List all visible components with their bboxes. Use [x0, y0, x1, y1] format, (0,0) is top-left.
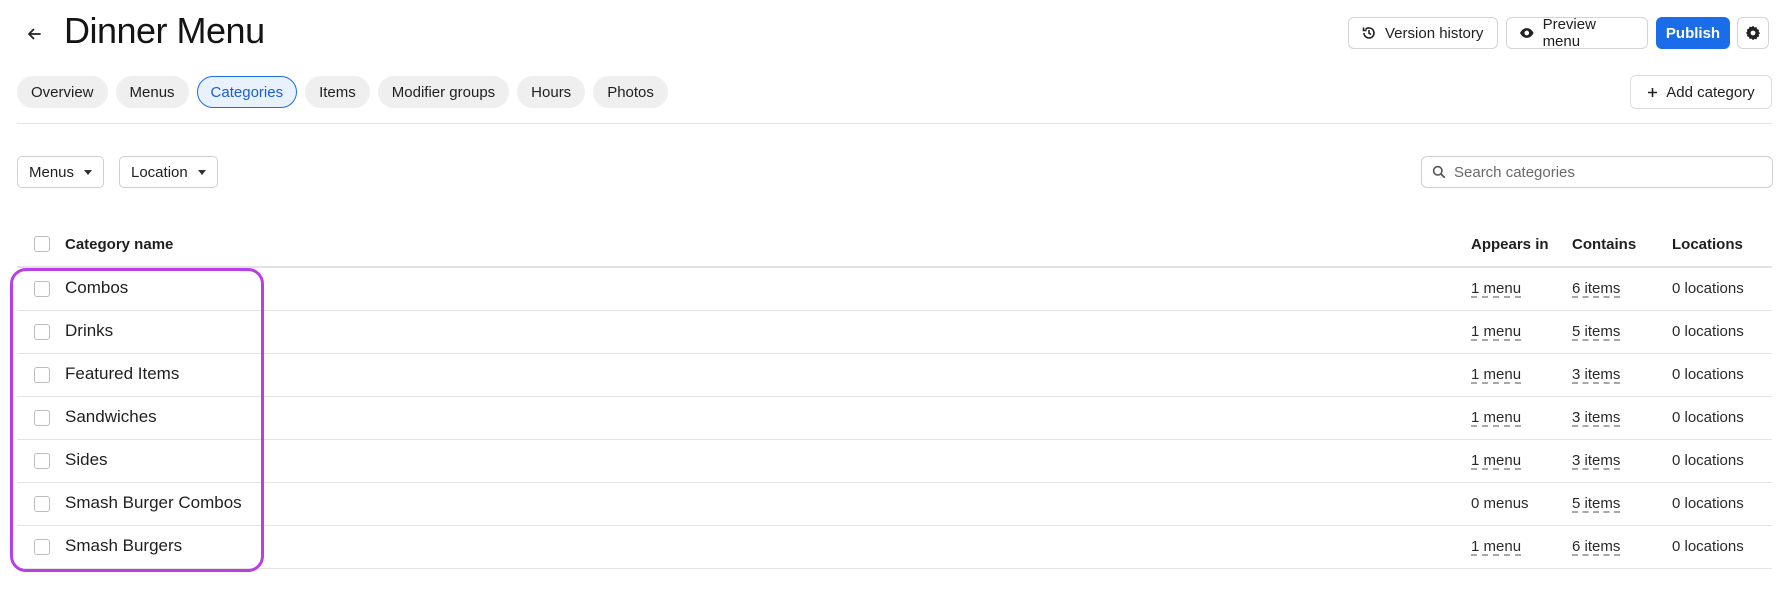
- categories-table: Category name Appears in Contains Locati…: [17, 222, 1772, 569]
- tab-menus[interactable]: Menus: [115, 76, 189, 108]
- history-icon: [1362, 27, 1375, 39]
- category-name[interactable]: Drinks: [65, 321, 113, 341]
- appears-in-link[interactable]: 1 menu: [1471, 280, 1521, 297]
- preview-menu-button[interactable]: Preview menu: [1506, 16, 1648, 50]
- appears-in-link[interactable]: 1 menu: [1471, 538, 1521, 555]
- appears-in-link[interactable]: 1 menu: [1471, 409, 1521, 426]
- gear-icon: [1745, 25, 1761, 41]
- appears-in-link[interactable]: 1 menu: [1471, 366, 1521, 383]
- page-title: Dinner Menu: [64, 10, 265, 51]
- table-row[interactable]: Sandwiches 1 menu 3 items 0 locations: [17, 397, 1772, 440]
- category-name[interactable]: Sandwiches: [65, 407, 157, 427]
- settings-button[interactable]: [1737, 17, 1769, 49]
- row-checkbox[interactable]: [34, 367, 50, 383]
- arrow-left-icon: [28, 28, 41, 40]
- add-category-button[interactable]: Add category: [1630, 75, 1772, 109]
- category-name[interactable]: Sides: [65, 450, 108, 470]
- table-row[interactable]: Smash Burger Combos 0 menus 5 items 0 lo…: [17, 483, 1772, 526]
- tab-items[interactable]: Items: [305, 76, 370, 108]
- search-input[interactable]: [1454, 163, 1754, 181]
- locations-value: 0 locations: [1672, 366, 1744, 383]
- row-checkbox[interactable]: [34, 410, 50, 426]
- location-filter-label: Location: [131, 163, 188, 181]
- search-icon: [1432, 165, 1446, 179]
- contains-link[interactable]: 3 items: [1572, 452, 1620, 469]
- select-all-checkbox[interactable]: [34, 236, 50, 252]
- tab-hours[interactable]: Hours: [517, 76, 586, 108]
- table-row[interactable]: Featured Items 1 menu 3 items 0 location…: [17, 354, 1772, 397]
- contains-link[interactable]: 5 items: [1572, 323, 1620, 340]
- search-box: [1421, 156, 1773, 188]
- tab-categories[interactable]: Categories: [196, 76, 298, 108]
- back-button[interactable]: [22, 22, 46, 46]
- contains-link[interactable]: 6 items: [1572, 280, 1620, 297]
- category-name[interactable]: Smash Burger Combos: [65, 493, 242, 513]
- appears-in-link[interactable]: 1 menu: [1471, 452, 1521, 469]
- table-row[interactable]: Sides 1 menu 3 items 0 locations: [17, 440, 1772, 483]
- menus-filter-dropdown[interactable]: Menus: [17, 156, 105, 188]
- appears-in-link[interactable]: 1 menu: [1471, 323, 1521, 340]
- row-checkbox[interactable]: [34, 453, 50, 469]
- tab-modifier-groups[interactable]: Modifier groups: [377, 76, 510, 108]
- row-checkbox[interactable]: [34, 281, 50, 297]
- contains-link[interactable]: 3 items: [1572, 366, 1620, 383]
- row-checkbox[interactable]: [34, 496, 50, 512]
- locations-value: 0 locations: [1672, 452, 1744, 469]
- locations-value: 0 locations: [1672, 323, 1744, 340]
- table-header: Category name Appears in Contains Locati…: [17, 222, 1772, 268]
- contains-link[interactable]: 3 items: [1572, 409, 1620, 426]
- caret-down-icon: [197, 169, 206, 175]
- row-checkbox[interactable]: [34, 324, 50, 340]
- table-row[interactable]: Drinks 1 menu 5 items 0 locations: [17, 311, 1772, 354]
- column-header-contains[interactable]: Contains: [1572, 236, 1636, 253]
- preview-menu-label: Preview menu: [1542, 16, 1596, 50]
- row-checkbox[interactable]: [34, 539, 50, 555]
- appears-in-value: 0 menus: [1471, 495, 1529, 512]
- column-header-appears-in[interactable]: Appears in: [1471, 236, 1549, 253]
- category-name[interactable]: Smash Burgers: [65, 536, 182, 556]
- tab-overview[interactable]: Overview: [17, 76, 108, 108]
- locations-value: 0 locations: [1672, 538, 1744, 555]
- location-filter-dropdown[interactable]: Location: [119, 156, 218, 188]
- category-name[interactable]: Combos: [65, 278, 128, 298]
- table-row[interactable]: Combos 1 menu 6 items 0 locations: [17, 268, 1772, 311]
- contains-link[interactable]: 6 items: [1572, 538, 1620, 555]
- table-row[interactable]: Smash Burgers 1 menu 6 items 0 locations: [17, 526, 1772, 569]
- locations-value: 0 locations: [1672, 495, 1744, 512]
- add-category-label: Add category: [1666, 83, 1755, 101]
- category-name[interactable]: Featured Items: [65, 364, 179, 384]
- tab-photos[interactable]: Photos: [593, 76, 668, 108]
- locations-value: 0 locations: [1672, 409, 1744, 426]
- version-history-label: Version history: [1385, 24, 1484, 42]
- tab-bar: Overview Menus Categories Items Modifier…: [17, 76, 668, 108]
- column-header-category-name[interactable]: Category name: [65, 236, 173, 253]
- eye-icon: [1519, 28, 1534, 38]
- column-header-locations[interactable]: Locations: [1672, 236, 1743, 253]
- page-header: Dinner Menu Version history Preview menu…: [0, 0, 1788, 66]
- menus-filter-label: Menus: [29, 163, 75, 181]
- publish-button[interactable]: Publish: [1656, 17, 1730, 49]
- contains-link[interactable]: 5 items: [1572, 495, 1620, 512]
- divider: [17, 123, 1772, 124]
- locations-value: 0 locations: [1672, 280, 1744, 297]
- version-history-button[interactable]: Version history: [1348, 17, 1498, 49]
- caret-down-icon: [84, 169, 93, 175]
- plus-icon: [1648, 87, 1658, 97]
